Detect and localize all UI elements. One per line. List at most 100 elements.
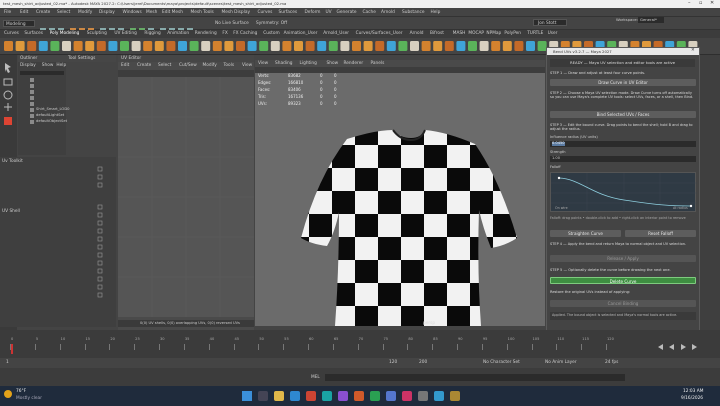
maximize-button[interactable]: ▫ bbox=[699, 1, 702, 6]
range-end[interactable]: 120 bbox=[389, 360, 397, 365]
shelf-tool-icon[interactable] bbox=[363, 41, 373, 51]
shelf-tab[interactable]: MOCAP bbox=[468, 31, 484, 36]
shelf-tab[interactable]: NPMap bbox=[486, 31, 501, 36]
shelf-tab[interactable]: FX Caching bbox=[233, 31, 257, 36]
workspace-dropdown[interactable]: General* bbox=[638, 17, 664, 23]
shelf-tab[interactable]: Custom bbox=[263, 31, 279, 36]
strength-field[interactable]: 1.00 bbox=[550, 156, 696, 162]
shelf-tool-icon[interactable] bbox=[282, 41, 292, 51]
shelf-tool-icon[interactable] bbox=[456, 41, 466, 51]
dialog-close-button[interactable]: ✕ bbox=[691, 48, 695, 54]
menu-item[interactable]: Display bbox=[99, 10, 115, 15]
shelf-tool-icon[interactable] bbox=[386, 41, 396, 51]
uv-editor-canvas[interactable] bbox=[118, 77, 254, 317]
weather-temp[interactable]: 76°F bbox=[16, 389, 26, 394]
playback-controls[interactable] bbox=[655, 336, 715, 350]
shelf-tool-icon[interactable] bbox=[468, 41, 477, 51]
shelf-tool-icon[interactable] bbox=[444, 41, 454, 51]
shelf-tab[interactable]: Animation bbox=[167, 31, 189, 36]
shelf-tool-icon[interactable] bbox=[305, 41, 315, 51]
shelf-tool-icon[interactable] bbox=[96, 41, 106, 51]
shelf-tool-icon[interactable] bbox=[421, 41, 431, 51]
shelf-tool-icon[interactable] bbox=[15, 41, 25, 51]
shelf-tool-icon[interactable] bbox=[433, 41, 443, 51]
shelf-tool-icon[interactable] bbox=[120, 41, 129, 51]
symmetry-label[interactable]: Symmetry: Off bbox=[256, 21, 287, 26]
viewport[interactable]: View Shading Lighting Show Renderer Panels Ve… bbox=[255, 60, 545, 326]
time-slider[interactable]: 0 5 10 15 20 25 30 35 40 45 50 55 60 65 70 75 80 85 90 95 10… bbox=[0, 330, 720, 358]
shelf-tab[interactable]: Arnold_User bbox=[323, 31, 349, 36]
uv-menu-item[interactable]: Tools bbox=[224, 63, 235, 68]
influence-field[interactable]: 0.0450 bbox=[550, 141, 696, 147]
shelf-tool-icon[interactable] bbox=[502, 41, 512, 51]
shelf-tool-icon[interactable] bbox=[4, 41, 13, 51]
straighten-curve-button[interactable]: Straighten Curve bbox=[550, 230, 621, 237]
shelf-tool-icon[interactable] bbox=[154, 41, 164, 51]
outliner-item[interactable]: defaultObjectSet bbox=[18, 119, 67, 125]
menu-item[interactable]: Edit Mesh bbox=[162, 10, 183, 15]
shelf-tool-icon[interactable] bbox=[514, 41, 524, 51]
shelf-tab[interactable]: UV Editing bbox=[114, 31, 136, 36]
fps-dropdown[interactable]: 24 fps bbox=[605, 360, 618, 365]
menu-item[interactable]: Modify bbox=[78, 10, 92, 15]
shelf-tab[interactable]: Rendering bbox=[195, 31, 217, 36]
menu-item[interactable]: Deform bbox=[305, 10, 321, 15]
user-dropdown[interactable]: Jon Stott bbox=[533, 19, 567, 26]
reset-falloff-button[interactable]: Reset Falloff bbox=[625, 230, 696, 237]
toolkit-checkboxes[interactable] bbox=[96, 165, 110, 305]
draw-curve-button[interactable]: Draw Curve in UV Editor bbox=[550, 79, 696, 86]
menu-item[interactable]: Generate bbox=[337, 10, 357, 15]
outliner-menu[interactable]: Help bbox=[56, 63, 66, 68]
menu-item[interactable]: Substance bbox=[402, 10, 424, 15]
menu-item[interactable]: Help bbox=[431, 10, 441, 15]
shelf-tool-icon[interactable] bbox=[375, 41, 385, 51]
shelf-tool-icon[interactable] bbox=[131, 41, 141, 51]
shelf-tool-icon[interactable] bbox=[212, 41, 222, 51]
shelf-tool-icon[interactable] bbox=[479, 41, 489, 51]
shelf-tool-icon[interactable] bbox=[27, 41, 37, 51]
shelf-tool-icon[interactable] bbox=[85, 41, 95, 51]
delete-curve-button[interactable]: Delete Curve bbox=[550, 277, 696, 284]
shelf-tab[interactable]: FX bbox=[222, 31, 227, 36]
menu-item[interactable]: File bbox=[4, 10, 11, 15]
shelf-tool-icon[interactable] bbox=[247, 41, 257, 51]
shelf-tab[interactable]: TURTLE bbox=[527, 31, 543, 36]
shelf-tab[interactable]: MASH bbox=[453, 31, 466, 36]
shelf-tab[interactable]: Sculpting bbox=[87, 31, 107, 36]
shelf-tool-icon[interactable] bbox=[108, 41, 118, 51]
outliner-search[interactable] bbox=[20, 71, 64, 75]
no-anim-layer[interactable]: No Anim Layer bbox=[545, 360, 577, 365]
shelf-tool-icon[interactable] bbox=[328, 41, 338, 51]
current-time-marker[interactable] bbox=[11, 344, 13, 354]
shelf-tool-icon[interactable] bbox=[294, 41, 303, 51]
shelf-tab[interactable]: Curves/Surfaces_User bbox=[356, 31, 403, 36]
menu-item[interactable]: Windows bbox=[123, 10, 142, 15]
menu-item[interactable]: Create bbox=[36, 10, 50, 15]
shelf-tool-icon[interactable] bbox=[491, 41, 501, 51]
mode-dropdown[interactable]: Modeling bbox=[3, 20, 35, 27]
shelf-tool-icon[interactable] bbox=[236, 41, 245, 51]
menu-item[interactable]: Surfaces bbox=[279, 10, 298, 15]
shelf-tab[interactable]: Surfaces bbox=[24, 31, 43, 36]
shelf-tool-icon[interactable] bbox=[201, 41, 211, 51]
shelf-tab[interactable]: Poly Modeling bbox=[50, 31, 80, 36]
uv-menu-item[interactable]: Select bbox=[158, 63, 171, 68]
taskbar-apps[interactable] bbox=[240, 388, 480, 404]
shelf-tool-icon[interactable] bbox=[317, 41, 327, 51]
shelf-tool-icon[interactable] bbox=[178, 41, 187, 51]
shelf-tab[interactable]: Curves bbox=[4, 31, 19, 36]
minimize-button[interactable]: – bbox=[688, 1, 691, 6]
menu-item[interactable]: Edit bbox=[20, 10, 28, 15]
weather-desc[interactable]: Mostly clear bbox=[16, 396, 42, 401]
shelf-tool-icon[interactable] bbox=[352, 41, 361, 51]
range-max[interactable]: 200 bbox=[419, 360, 427, 365]
cancel-binding-button[interactable]: Cancel Binding bbox=[550, 300, 696, 307]
menu-item[interactable]: UV bbox=[326, 10, 332, 15]
close-button[interactable]: ✕ bbox=[710, 1, 714, 6]
menu-item[interactable]: Cache bbox=[363, 10, 376, 15]
uv-menu-item[interactable]: Create bbox=[137, 63, 151, 68]
uv-menu-item[interactable]: Edit bbox=[121, 63, 129, 68]
shelf-tool-icon[interactable] bbox=[143, 41, 153, 51]
shelf-tool-icon[interactable] bbox=[224, 41, 234, 51]
outliner-menu[interactable]: Show bbox=[42, 63, 54, 68]
